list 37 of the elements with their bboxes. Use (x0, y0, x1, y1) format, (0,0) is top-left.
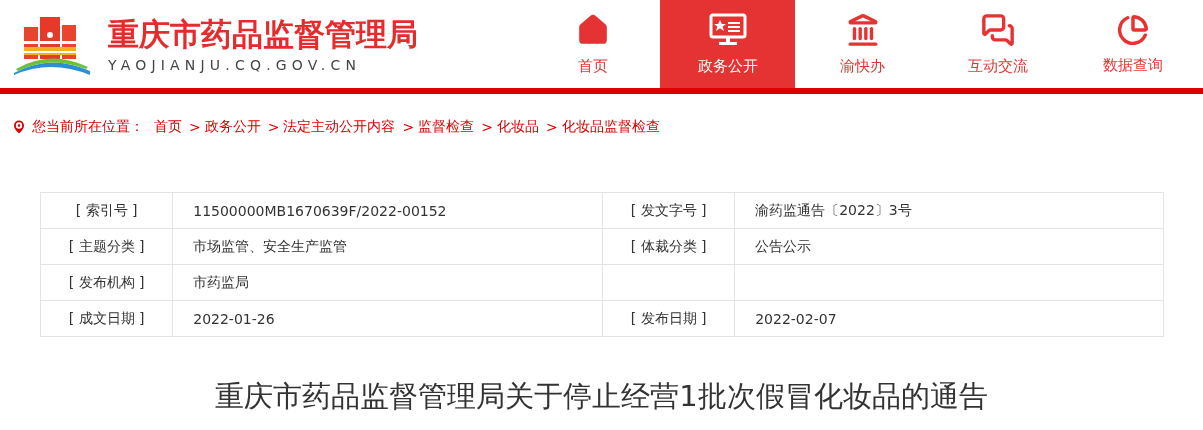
breadcrumb-label: 您当前所在位置： (32, 118, 144, 136)
table-cell: [ 体裁分类 ] (602, 228, 735, 265)
table-cell: [ 发文字号 ] (602, 192, 735, 229)
table-cell: [ 发布机构 ] (40, 264, 173, 301)
breadcrumb-separator: > (545, 119, 558, 135)
nav-tab[interactable]: 数据查询 (1065, 0, 1200, 88)
site-domain: YAOJIANJU.CQ.GOV.CN (108, 57, 363, 73)
breadcrumb-separator: > (189, 119, 201, 135)
table-cell: 2022-02-07 (734, 300, 1164, 337)
table-cell: 市场监管、安全生产监管 (172, 228, 603, 265)
table-cell: [ 发布日期 ] (602, 300, 735, 337)
table-cell: 市药监局 (172, 264, 603, 301)
table-cell: [ 索引号 ] (40, 192, 173, 229)
chat-icon (980, 12, 1015, 47)
article-title: 重庆市药品监督管理局关于停止经营1批次假冒化妆品的通告 (214, 378, 989, 415)
table-cell: 2022-01-26 (172, 300, 603, 337)
breadcrumb-separator: > (481, 119, 493, 135)
pie-chart-icon (1116, 13, 1149, 46)
table-cell: 11500000MB1670639F/2022-00152 (172, 192, 603, 229)
breadcrumb-separator: > (267, 119, 280, 135)
table-cell: [ 成文日期 ] (40, 300, 173, 337)
breadcrumb-link[interactable]: 化妆品 (496, 118, 539, 136)
nav-tab[interactable]: 互动交流 (930, 0, 1065, 88)
breadcrumb-separator: > (402, 119, 415, 135)
monitor-icon (708, 12, 747, 47)
breadcrumb-link[interactable]: 化妆品监督检查 (561, 118, 660, 136)
breadcrumb-link[interactable]: 首页 (154, 118, 182, 136)
table-cell: 渝药监通告〔2022〕3号 (734, 192, 1164, 229)
table-cell: [ 主题分类 ] (40, 228, 173, 265)
breadcrumb-link[interactable]: 政务公开 (204, 118, 261, 136)
nav-tab[interactable]: 首页 (525, 0, 660, 88)
breadcrumb-link[interactable]: 监督检查 (418, 118, 475, 136)
table-cell: 公告公示 (734, 228, 1164, 265)
site-name: 重庆市药品监督管理局 (108, 15, 418, 53)
nav-tab[interactable]: 渝快办 (795, 0, 930, 88)
nav-tab[interactable]: 政务公开 (660, 0, 795, 88)
breadcrumb-link[interactable]: 法定主动公开内容 (283, 118, 396, 136)
